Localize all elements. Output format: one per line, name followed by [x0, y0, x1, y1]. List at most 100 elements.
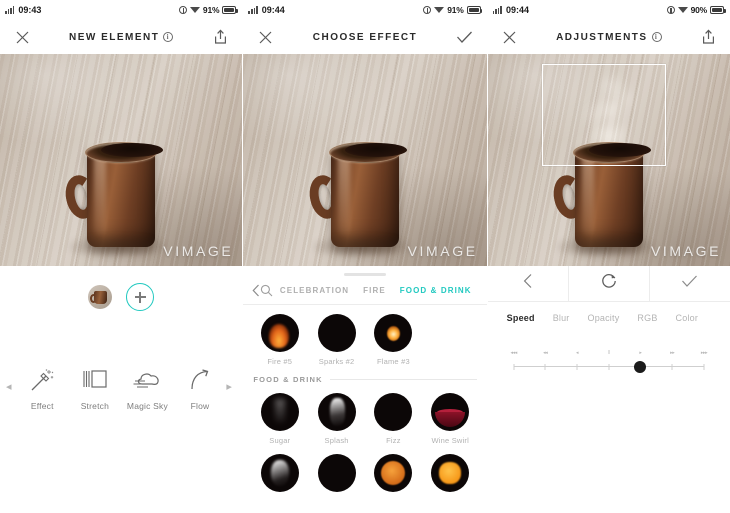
effect-label: Fizz	[386, 435, 401, 445]
effect-thumbnail-milk	[317, 453, 356, 492]
info-icon[interactable]: i	[651, 32, 662, 42]
close-icon[interactable]	[255, 27, 275, 47]
tab-speed[interactable]: Speed	[498, 313, 544, 323]
scroll-right-arrow[interactable]: ▸	[226, 381, 236, 393]
effect-item[interactable]	[365, 453, 422, 492]
page-title-text: CHOOSE EFFECT	[312, 31, 418, 43]
status-bar: 09:44 90%	[488, 0, 730, 20]
search-icon[interactable]	[260, 284, 273, 297]
battery-icon	[466, 6, 483, 14]
plus-icon	[134, 291, 146, 303]
effect-item[interactable]: Splash	[308, 392, 365, 445]
cloud-wind-icon	[121, 363, 173, 397]
mug-shadow	[556, 235, 661, 260]
slider-tick-label: ▸▸	[670, 350, 675, 356]
slider-tick-label: ▸▸▸	[700, 350, 708, 356]
mug-rim	[329, 142, 407, 164]
effect-item[interactable]	[308, 453, 365, 492]
status-right: 91%	[423, 5, 483, 15]
three-screen-comparison: 09:43 91% NEW ELEMENT i VIMAGE ◂ Effect …	[0, 0, 730, 513]
tab-color[interactable]: Color	[667, 313, 708, 323]
tool-effect[interactable]: Effect	[16, 363, 68, 411]
effect-thumbnail-juice	[431, 453, 470, 492]
effect-item[interactable]: Fire #5	[251, 313, 308, 366]
tool-flow[interactable]: Flow	[174, 363, 226, 411]
tab-opacity[interactable]: Opacity	[579, 313, 629, 323]
close-icon[interactable]	[500, 27, 520, 47]
nav-bar: NEW ELEMENT i	[0, 20, 243, 54]
nav-bar: ADJUSTMENTS i	[487, 20, 730, 54]
effect-thumbnail-splash-alt	[260, 453, 299, 492]
reset-button[interactable]	[567, 266, 649, 301]
slider-tick	[576, 363, 578, 370]
effect-label: Sugar	[269, 435, 291, 445]
slider-track[interactable]	[513, 360, 705, 373]
page-title: NEW ELEMENT i	[68, 31, 174, 43]
tab-blur[interactable]: Blur	[544, 313, 579, 323]
battery-icon	[710, 6, 726, 14]
check-icon[interactable]	[455, 27, 475, 47]
close-icon[interactable]	[12, 27, 32, 47]
category-tab-fire[interactable]: FIRE	[356, 286, 393, 295]
share-icon[interactable]	[698, 27, 718, 47]
slider-tick-label: ▸	[639, 350, 642, 356]
element-selection-box[interactable]	[541, 64, 666, 166]
effect-item[interactable]: Sparks #2	[308, 313, 365, 366]
status-bar: 09:43 91%	[0, 0, 242, 20]
effect-item[interactable]	[422, 453, 479, 492]
status-right: 90%	[666, 5, 726, 15]
effect-thumbnail-wine-swirl	[431, 392, 470, 431]
slider-tick-label: ◂◂◂	[510, 350, 518, 356]
scroll-left-arrow[interactable]: ◂	[6, 381, 16, 393]
category-tab-celebration[interactable]: CELEBRATION	[273, 286, 356, 295]
magic-wand-icon	[16, 363, 68, 397]
signal-icon	[492, 6, 503, 14]
layer-row	[0, 266, 242, 311]
tool-stretch[interactable]: Stretch	[69, 363, 121, 411]
slider-tick-labels: ◂◂◂ ◂◂ ◂ ‖ ▸ ▸▸ ▸▸▸	[510, 350, 708, 363]
effect-item[interactable]: Wine Swirl	[422, 392, 479, 445]
chevron-left-icon[interactable]	[251, 284, 260, 297]
watermark: VIMAGE	[163, 243, 234, 259]
status-bar: 09:44 91%	[243, 0, 486, 20]
info-icon[interactable]: i	[163, 32, 174, 42]
tool-magic-sky[interactable]: Magic Sky	[121, 363, 173, 411]
page-title: ADJUSTMENTS i	[556, 32, 662, 43]
page-title-text: NEW ELEMENT	[68, 31, 160, 43]
back-button[interactable]	[488, 266, 568, 301]
effect-label: Flame #3	[376, 356, 410, 366]
effect-label: Splash	[324, 435, 349, 445]
photo-preview[interactable]: VIMAGE	[0, 54, 243, 266]
layer-thumbnail[interactable]	[88, 285, 113, 309]
signal-icon	[248, 6, 258, 14]
refresh-icon	[600, 272, 618, 295]
mug-shadow	[313, 235, 417, 260]
slider-tick-label: ◂	[575, 350, 579, 356]
signal-icon	[5, 6, 15, 14]
watermark: VIMAGE	[650, 243, 722, 259]
effect-item[interactable]: Sugar	[251, 392, 308, 445]
dnd-icon	[666, 6, 675, 14]
effect-item[interactable]	[251, 453, 308, 492]
coffee-mug	[61, 142, 174, 260]
battery-percent: 90%	[690, 5, 708, 15]
effect-item[interactable]: Fizz	[365, 392, 422, 445]
category-tab-food-and-drink[interactable]: FOOD & DRINK	[393, 286, 479, 295]
mug-shadow	[69, 235, 174, 260]
mug-rim	[85, 142, 164, 164]
effect-item[interactable]: Flame #3	[365, 313, 422, 366]
effect-row-top: Fire #5 Sparks #2 Flame #3	[243, 305, 486, 366]
tool-label: Stretch	[80, 401, 110, 411]
tab-rgb[interactable]: RGB	[628, 313, 666, 323]
photo-preview[interactable]: VIMAGE	[243, 54, 487, 266]
tool-label: Flow	[190, 401, 210, 411]
add-element-button[interactable]	[126, 283, 155, 311]
share-icon[interactable]	[210, 27, 230, 47]
slider-handle[interactable]	[634, 360, 647, 373]
wifi-icon	[434, 6, 445, 14]
coffee-mug	[305, 142, 417, 260]
photo-preview[interactable]: VIMAGE	[487, 54, 730, 266]
speed-slider[interactable]: ◂◂◂ ◂◂ ◂ ‖ ▸ ▸▸ ▸▸▸	[510, 350, 708, 391]
wifi-icon	[189, 6, 200, 14]
confirm-button[interactable]	[648, 266, 730, 301]
